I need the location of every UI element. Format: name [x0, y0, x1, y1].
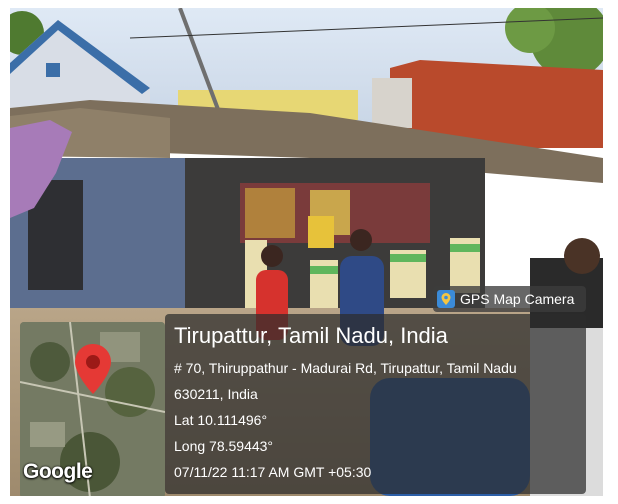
satellite-map-thumbnail: Google — [20, 322, 165, 496]
geotagged-photo-frame: Google GPS Map Camera Tirupattur, Tamil … — [10, 8, 603, 496]
map-pin-camera-icon — [437, 290, 455, 308]
timestamp-text: 07/11/22 11:17 AM GMT +05:30 — [174, 464, 372, 480]
address-line-2: 630211, India — [174, 386, 258, 402]
gps-map-camera-badge: GPS Map Camera — [433, 286, 586, 312]
map-marker-icon — [75, 344, 111, 394]
location-title: Tirupattur, Tamil Nadu, India — [174, 323, 448, 348]
longitude-text: Long 78.59443° — [174, 438, 274, 454]
google-logo: Google — [23, 460, 93, 483]
badge-label: GPS Map Camera — [460, 291, 575, 307]
location-info-panel: Tirupattur, Tamil Nadu, India # 70, Thir… — [165, 314, 586, 494]
address-line-1: # 70, Thiruppathur - Madurai Rd, Tirupat… — [174, 360, 517, 376]
latitude-text: Lat 10.111496° — [174, 412, 268, 428]
